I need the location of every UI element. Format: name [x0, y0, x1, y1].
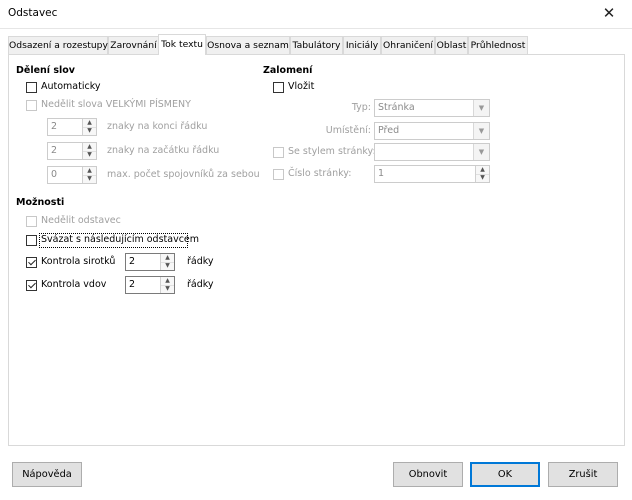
- spin-down-icon[interactable]: ▼: [161, 285, 174, 293]
- page-style-select[interactable]: ▼: [374, 143, 490, 161]
- breaks-heading: Zalomení: [263, 65, 313, 76]
- start-chars-label: znaky na začátku řádku: [107, 145, 220, 156]
- max-hyphens-label: max. počet spojovníků za sebou: [107, 169, 260, 180]
- hyphenation-heading: Dělení slov: [16, 65, 75, 76]
- break-type-label: Typ:: [351, 102, 371, 113]
- spin-down-icon[interactable]: ▼: [83, 151, 96, 159]
- end-chars-label: znaky na konci řádku: [107, 121, 208, 132]
- orphan-spinbox[interactable]: 2 ▲ ▼: [125, 253, 175, 271]
- window-title: Odstavec: [8, 7, 58, 19]
- insert-break-label: Vložit: [288, 81, 315, 92]
- end-chars-spinbox[interactable]: 2 ▲ ▼: [47, 118, 97, 136]
- widow-spinbox[interactable]: 2 ▲ ▼: [125, 276, 175, 294]
- end-chars-value: 2: [51, 121, 58, 132]
- tab-borders[interactable]: Ohraničení: [381, 36, 435, 54]
- max-hyphens-value: 0: [51, 169, 58, 180]
- cancel-button[interactable]: Zrušit: [548, 462, 618, 487]
- help-button[interactable]: Nápověda: [12, 462, 82, 487]
- no-caps-checkbox[interactable]: [26, 100, 37, 111]
- ok-button[interactable]: OK: [470, 462, 540, 487]
- tab-alignment[interactable]: Zarovnání: [108, 36, 159, 54]
- spin-down-icon[interactable]: ▼: [161, 262, 174, 270]
- start-chars-spinbox[interactable]: 2 ▲ ▼: [47, 142, 97, 160]
- tab-drop-caps[interactable]: Iniciály: [343, 36, 381, 54]
- widow-checkbox[interactable]: [26, 280, 37, 291]
- widow-label: Kontrola vdov: [41, 279, 107, 290]
- automatic-checkbox[interactable]: [26, 82, 37, 93]
- reset-button[interactable]: Obnovit: [393, 462, 463, 487]
- orphan-unit: řádky: [187, 256, 214, 267]
- break-type-select[interactable]: Stránka ▼: [374, 99, 490, 117]
- chevron-down-icon: ▼: [473, 100, 489, 116]
- close-icon[interactable]: ✕: [586, 0, 632, 28]
- break-position-label: Umístění:: [325, 125, 371, 136]
- tab-indents-spacing[interactable]: Odsazení a rozestupy: [8, 36, 108, 54]
- orphan-label: Kontrola sirotků: [41, 256, 116, 267]
- keep-next-checkbox[interactable]: [26, 235, 37, 246]
- spin-down-icon[interactable]: ▼: [476, 174, 489, 182]
- tab-outline-list[interactable]: Osnova a seznam: [206, 36, 290, 54]
- tab-text-flow[interactable]: Tok textu: [158, 34, 206, 55]
- page-number-value: 1: [378, 168, 385, 179]
- max-hyphens-spinbox[interactable]: 0 ▲ ▼: [47, 166, 97, 184]
- no-split-checkbox[interactable]: [26, 216, 37, 227]
- tab-transparency[interactable]: Průhlednost: [468, 36, 528, 54]
- tab-area[interactable]: Oblast: [435, 36, 468, 54]
- orphan-value: 2: [129, 256, 136, 267]
- page-style-checkbox[interactable]: [273, 147, 284, 158]
- orphan-checkbox[interactable]: [26, 257, 37, 268]
- break-position-select[interactable]: Před ▼: [374, 122, 490, 140]
- break-position-value: Před: [378, 125, 400, 136]
- widow-value: 2: [129, 279, 136, 290]
- title-bar: Odstavec ✕: [0, 0, 632, 29]
- page-number-spinbox[interactable]: 1 ▲ ▼: [374, 165, 490, 183]
- page-style-label: Se stylem stránky:: [288, 146, 376, 157]
- no-caps-label: Nedělit slova VELKÝMI PÍSMENY: [41, 99, 191, 110]
- page-number-label: Číslo stránky:: [288, 168, 352, 179]
- chevron-down-icon: ▼: [473, 123, 489, 139]
- text-flow-panel: Dělení slov Automaticky Nedělit slova VE…: [8, 54, 625, 446]
- options-heading: Možnosti: [16, 197, 65, 208]
- tab-tabs[interactable]: Tabulátory: [290, 36, 343, 54]
- spin-down-icon[interactable]: ▼: [83, 175, 96, 183]
- insert-break-checkbox[interactable]: [273, 82, 284, 93]
- page-number-checkbox[interactable]: [273, 169, 284, 180]
- break-type-value: Stránka: [378, 102, 415, 113]
- widow-unit: řádky: [187, 279, 214, 290]
- start-chars-value: 2: [51, 145, 58, 156]
- chevron-down-icon: ▼: [473, 144, 489, 160]
- no-split-label: Nedělit odstavec: [41, 215, 121, 226]
- spin-down-icon[interactable]: ▼: [83, 127, 96, 135]
- automatic-label: Automaticky: [41, 81, 101, 92]
- keep-next-label: Svázat s následujícím odstavcem: [41, 234, 200, 245]
